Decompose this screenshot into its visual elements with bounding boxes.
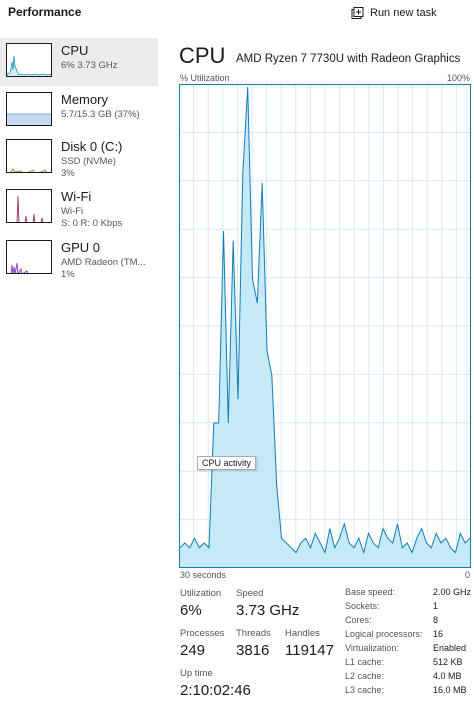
info-row-l2-cache: L2 cache: 4.0 MB: [345, 671, 470, 684]
processes-label: Processes: [180, 628, 225, 639]
sidebar-item-detail: Wi-Fi: [61, 206, 84, 217]
info-value: 8: [433, 615, 439, 625]
handles-label: Handles: [285, 628, 320, 639]
time-axis-end-label: 0: [464, 570, 470, 580]
sidebar-item-detail: 6% 3.73 GHz: [61, 60, 118, 71]
speed-label: Speed: [236, 588, 264, 599]
top-bar: Performance Run new task: [0, 0, 474, 26]
handles-value: 119147: [285, 642, 334, 659]
utilization-axis-label: % Utilization: [180, 73, 230, 83]
uptime-value: 2:10:02:46: [180, 682, 251, 699]
info-key: L3 cache:: [345, 685, 385, 695]
info-key: Cores:: [345, 615, 372, 625]
info-key: Virtualization:: [345, 643, 399, 653]
info-row-virtualization: Virtualization: Enabled: [345, 643, 470, 656]
run-task-icon: [351, 6, 364, 20]
sidebar-item-gpu[interactable]: GPU 0 AMD Radeon (TM... 1%: [0, 235, 158, 283]
sidebar-item-name: Memory: [61, 92, 108, 107]
sidebar-item-wifi[interactable]: Wi-Fi Wi-Fi S: 0 R: 0 Kbps: [0, 184, 158, 232]
info-value: Enabled: [433, 643, 467, 653]
gpu-thumbnail-graph: [6, 240, 52, 274]
disk-thumbnail-graph: [6, 139, 52, 173]
threads-value: 3816: [236, 642, 270, 659]
run-new-task-button[interactable]: Run new task: [351, 3, 437, 23]
sidebar-item-detail: AMD Radeon (TM...: [61, 257, 146, 268]
page-title: Performance: [8, 5, 82, 19]
info-row-l1-cache: L1 cache: 512 KB: [345, 657, 470, 670]
info-value: 1: [433, 601, 439, 611]
sidebar-item-name: CPU: [61, 43, 89, 58]
info-key: Base speed:: [345, 587, 396, 597]
info-row-l3-cache: L3 cache: 16.0 MB: [345, 685, 470, 698]
cpu-model-name: AMD Ryzen 7 7730U with Radeon Graphics: [236, 53, 461, 65]
utilization-value: 6%: [180, 602, 202, 619]
info-key: Sockets:: [345, 601, 380, 611]
info-value: 4.0 MB: [433, 671, 462, 681]
sidebar-item-cpu[interactable]: CPU 6% 3.73 GHz: [0, 38, 158, 86]
uptime-label: Up time: [180, 668, 213, 679]
cpu-utilization-graph: [179, 84, 471, 568]
sidebar-item-name: GPU 0: [61, 240, 101, 255]
info-value: 16.0 MB: [433, 685, 467, 695]
sidebar-item-detail: SSD (NVMe): [61, 156, 116, 167]
info-row-base-speed: Base speed: 2.00 GHz: [345, 587, 472, 600]
info-row-logical-processors: Logical processors: 16: [345, 629, 470, 642]
cpu-activity-tooltip: CPU activity: [197, 456, 257, 470]
sidebar-item-detail-2: 3%: [61, 168, 75, 179]
utilization-label: Utilization: [180, 588, 222, 599]
time-axis-start-label: 30 seconds: [180, 570, 227, 580]
resource-sidebar: CPU 6% 3.73 GHz Memory 5.7/15.3 GB (37%)…: [0, 37, 160, 710]
memory-thumbnail-graph: [6, 92, 52, 126]
sidebar-item-detail-2: S: 0 R: 0 Kbps: [61, 218, 123, 229]
processes-value: 249: [180, 642, 206, 659]
speed-value: 3.73 GHz: [236, 602, 300, 619]
info-row-cores: Cores: 8: [345, 615, 470, 628]
sidebar-item-name: Disk 0 (C:): [61, 139, 123, 154]
sidebar-item-detail-2: 1%: [61, 269, 75, 280]
sidebar-item-detail: 5.7/15.3 GB (37%): [61, 109, 140, 120]
info-value: 2.00 GHz: [433, 587, 472, 597]
info-row-sockets: Sockets: 1: [345, 601, 470, 614]
wifi-thumbnail-graph: [6, 189, 52, 223]
utilization-max-label: 100%: [446, 73, 470, 83]
cpu-graph-svg: [179, 84, 471, 568]
run-new-task-label: Run new task: [370, 7, 437, 19]
info-key: Logical processors:: [345, 629, 423, 639]
info-value: 16: [433, 629, 444, 639]
info-key: L2 cache:: [345, 671, 385, 681]
sidebar-item-memory[interactable]: Memory 5.7/15.3 GB (37%): [0, 87, 158, 135]
threads-label: Threads: [236, 628, 271, 639]
cpu-thumbnail-graph: [6, 43, 52, 77]
cpu-heading: CPU: [179, 43, 226, 68]
sidebar-item-name: Wi-Fi: [61, 189, 92, 204]
info-key: L1 cache:: [345, 657, 385, 667]
sidebar-item-disk[interactable]: Disk 0 (C:) SSD (NVMe) 3%: [0, 134, 158, 182]
info-value: 512 KB: [433, 657, 463, 667]
